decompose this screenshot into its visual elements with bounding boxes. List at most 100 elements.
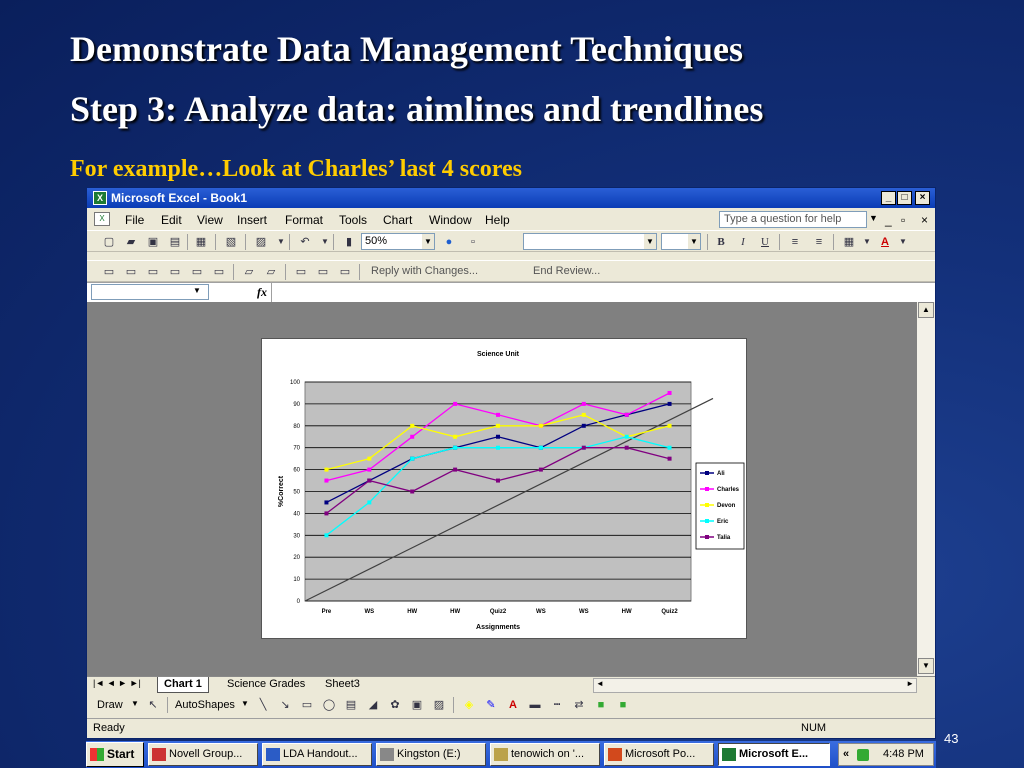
task-excel[interactable]: Microsoft E... xyxy=(718,743,830,766)
bold-button[interactable]: B xyxy=(713,234,729,250)
formula-input[interactable] xyxy=(271,283,935,302)
tray-expand-icon[interactable]: « xyxy=(843,744,849,765)
minimize-button[interactable]: _ xyxy=(881,191,896,205)
edit-comment-icon[interactable]: ▱ xyxy=(241,264,257,280)
ask-question-input[interactable]: Type a question for help xyxy=(719,211,867,228)
fill-color-icon[interactable]: ◈ xyxy=(461,697,477,713)
underline-button[interactable]: U xyxy=(757,234,773,250)
reply-with-changes-button[interactable]: Reply with Changes... xyxy=(371,265,478,277)
review-icon[interactable]: ▭ xyxy=(123,264,139,280)
doc-minimize-button[interactable]: _ xyxy=(885,213,892,227)
picture-icon[interactable]: ▨ xyxy=(431,697,447,713)
review-icon[interactable]: ▭ xyxy=(293,264,309,280)
menu-file[interactable]: File xyxy=(125,213,144,227)
task-novell[interactable]: Novell Group... xyxy=(148,743,258,766)
tab-chart-1[interactable]: Chart 1 xyxy=(157,677,209,693)
restore-button[interactable]: □ xyxy=(897,191,912,205)
align-center-icon[interactable]: ≡ xyxy=(811,234,827,250)
line-color-icon[interactable]: ✎ xyxy=(483,697,499,713)
review-icon[interactable]: ▭ xyxy=(337,264,353,280)
window-titlebar[interactable]: X Microsoft Excel - Book1 _ □ × xyxy=(87,188,935,208)
vertical-scrollbar[interactable]: ▲ ▼ xyxy=(917,302,935,676)
start-button[interactable]: Start xyxy=(86,742,144,767)
wordart-icon[interactable]: ◢ xyxy=(365,697,381,713)
function-button[interactable]: fx xyxy=(257,285,267,300)
review-icon[interactable]: ▭ xyxy=(211,264,227,280)
doc-restore-button[interactable]: ▫ xyxy=(901,213,905,227)
arrow-style-icon[interactable]: ⇄ xyxy=(571,697,587,713)
borders-icon[interactable]: ▦ xyxy=(841,234,857,250)
line-style-icon[interactable]: ▬ xyxy=(527,697,543,713)
line-icon[interactable]: ╲ xyxy=(255,697,271,713)
chart-area[interactable]: 0 10 20 30 40 50 60 70 80 90 100 Pre WS HW HW Quiz2 WS WS… xyxy=(261,338,747,639)
dash-style-icon[interactable]: ┅ xyxy=(549,697,565,713)
task-kingston[interactable]: Kingston (E:) xyxy=(376,743,486,766)
review-icon[interactable]: ▭ xyxy=(145,264,161,280)
textbox-icon[interactable]: ▤ xyxy=(343,697,359,713)
review-icon[interactable]: ▭ xyxy=(315,264,331,280)
clipart-icon[interactable]: ▣ xyxy=(409,697,425,713)
shadow-icon[interactable]: ■ xyxy=(593,697,609,713)
font-size-select[interactable]: ▼ xyxy=(661,233,701,250)
chevron-down-icon[interactable]: ▼ xyxy=(193,286,201,295)
review-icon[interactable]: ▭ xyxy=(189,264,205,280)
font-color-icon[interactable]: A xyxy=(505,697,521,713)
workbook-icon[interactable]: X xyxy=(94,212,110,226)
font-name-select[interactable]: ▼ xyxy=(523,233,657,250)
font-color-button[interactable]: A xyxy=(877,234,893,250)
chevron-down-icon[interactable]: ▼ xyxy=(895,234,911,250)
print-icon[interactable]: ▦ xyxy=(193,234,209,250)
horizontal-scrollbar[interactable]: ◄ ► xyxy=(593,678,917,693)
menu-tools[interactable]: Tools xyxy=(339,213,367,227)
permission-icon[interactable]: ▤ xyxy=(167,234,183,250)
open-icon[interactable]: ▰ xyxy=(123,234,139,250)
new-icon[interactable]: ▢ xyxy=(101,234,117,250)
task-powerpoint[interactable]: Microsoft Po... xyxy=(604,743,714,766)
draw-menu-button[interactable]: Draw xyxy=(97,699,123,711)
paste-icon[interactable]: ▨ xyxy=(253,234,269,250)
autoshapes-menu-button[interactable]: AutoShapes xyxy=(175,699,235,711)
review-icon[interactable]: ▭ xyxy=(101,264,117,280)
arrow-icon[interactable]: ↘ xyxy=(277,697,293,713)
zoom-select[interactable]: 50% ▼ xyxy=(361,233,435,250)
task-tenowich[interactable]: tenowich on '... xyxy=(490,743,600,766)
close-button[interactable]: × xyxy=(915,191,930,205)
undo-icon[interactable]: ↶ xyxy=(297,234,313,250)
chevron-down-icon[interactable]: ▼ xyxy=(859,234,875,250)
review-icon[interactable]: ▭ xyxy=(167,264,183,280)
scroll-down-icon[interactable]: ▼ xyxy=(918,658,934,674)
end-review-button[interactable]: End Review... xyxy=(533,265,600,277)
menu-edit[interactable]: Edit xyxy=(161,213,182,227)
menu-window[interactable]: Window xyxy=(429,213,472,227)
menu-view[interactable]: View xyxy=(197,213,223,227)
doc-close-button[interactable]: × xyxy=(921,213,928,227)
chart-wizard-icon[interactable]: ▮ xyxy=(341,234,357,250)
name-box[interactable] xyxy=(91,284,209,300)
tab-science-grades[interactable]: Science Grades xyxy=(221,677,311,693)
menu-help[interactable]: Help xyxy=(485,213,510,227)
chevron-down-icon[interactable]: ▼ xyxy=(273,234,289,250)
select-objects-icon[interactable]: ↖ xyxy=(145,697,161,713)
traffic-light-icon[interactable] xyxy=(857,749,869,761)
tab-sheet3[interactable]: Sheet3 xyxy=(319,677,366,693)
sheet-nav-buttons[interactable]: |◄ ◄ ► ►| xyxy=(93,678,141,688)
scroll-up-icon[interactable]: ▲ xyxy=(918,302,934,318)
rectangle-icon[interactable]: ▭ xyxy=(299,697,315,713)
oval-icon[interactable]: ◯ xyxy=(321,697,337,713)
align-left-icon[interactable]: ≡ xyxy=(787,234,803,250)
scroll-right-icon[interactable]: ► xyxy=(906,679,914,688)
menu-insert[interactable]: Insert xyxy=(237,213,267,227)
chevron-down-icon[interactable]: ▼ xyxy=(869,213,878,223)
diagram-icon[interactable]: ✿ xyxy=(387,697,403,713)
delete-comment-icon[interactable]: ▱ xyxy=(263,264,279,280)
menu-format[interactable]: Format xyxy=(285,213,323,227)
3d-icon[interactable]: ■ xyxy=(615,697,631,713)
menu-chart[interactable]: Chart xyxy=(383,213,412,227)
toolbar-options-icon[interactable]: ▫ xyxy=(465,234,481,250)
task-lda-handout[interactable]: LDA Handout... xyxy=(262,743,372,766)
italic-button[interactable]: I xyxy=(735,234,751,250)
research-icon[interactable]: ▧ xyxy=(223,234,239,250)
help-icon[interactable]: ● xyxy=(441,234,457,250)
save-icon[interactable]: ▣ xyxy=(145,234,161,250)
scroll-left-icon[interactable]: ◄ xyxy=(596,679,604,688)
